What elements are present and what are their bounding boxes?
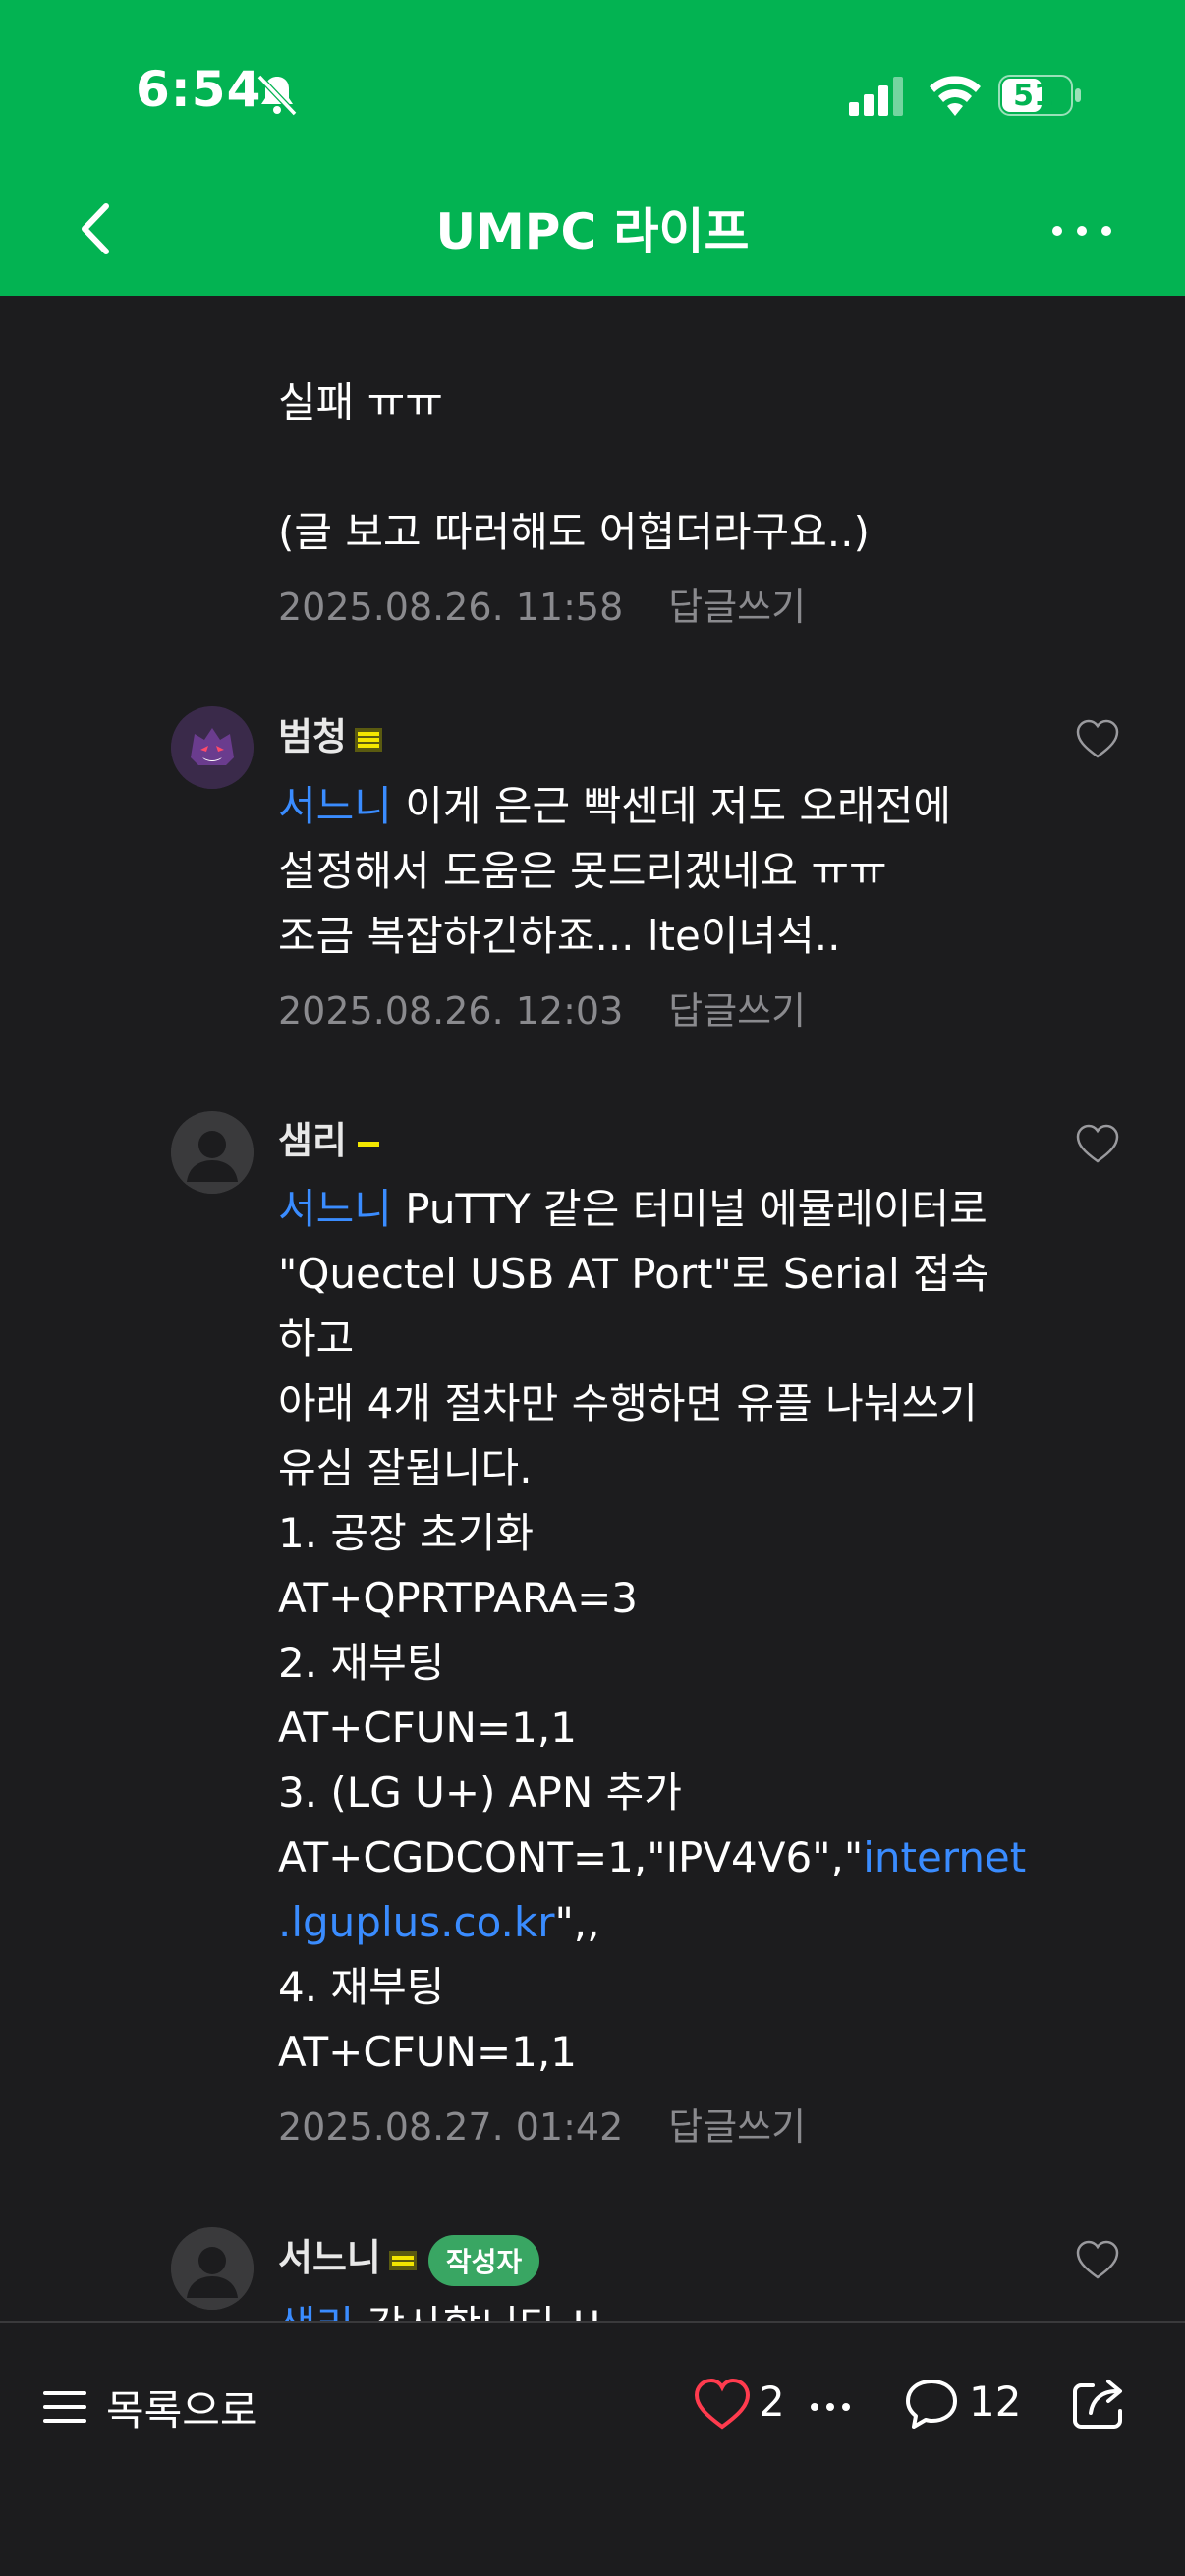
comment-text-line: 3. (LG U+) APN 추가 bbox=[278, 1768, 682, 1817]
apn-link[interactable]: internet bbox=[863, 1833, 1026, 1881]
signal-icon bbox=[849, 77, 903, 116]
comment-text: ",, bbox=[554, 1898, 600, 1946]
comment-text-line: 2. 재부팅 bbox=[278, 1639, 445, 1687]
share-icon[interactable] bbox=[1071, 2374, 1128, 2431]
comment-text-line: 하고 bbox=[278, 1315, 355, 1363]
battery-level: 51 bbox=[1013, 79, 1054, 113]
author-badge: 작성자 bbox=[427, 2234, 540, 2286]
reply-button[interactable]: 답글쓰기 bbox=[668, 989, 806, 1033]
comment-text-line: 서느니 이게 은근 빡센데 저도 오래전에 bbox=[278, 774, 951, 839]
avatar[interactable] bbox=[171, 2227, 254, 2310]
list-button[interactable]: 목록으로 bbox=[106, 2378, 258, 2437]
heart-icon[interactable] bbox=[1075, 718, 1120, 759]
more-dots-icon[interactable] bbox=[810, 2401, 851, 2413]
heart-icon[interactable] bbox=[1075, 2239, 1120, 2280]
comment-text-line: 샘리 감사합니다 !! bbox=[278, 2294, 603, 2321]
status-time: 6:54 bbox=[136, 61, 262, 118]
comment-text-line: 실패 ㅠㅠ bbox=[278, 378, 443, 426]
comment-author[interactable]: 샘리 bbox=[278, 1110, 382, 1164]
comment-meta: 2025.08.27. 01:42 답글쓰기 bbox=[278, 2097, 806, 2151]
comment-date: 2025.08.27. 01:42 bbox=[278, 2105, 624, 2149]
comment-text-line: 설정해서 도움은 못드리겠네요 ㅠㅠ bbox=[278, 847, 887, 895]
wifi-icon bbox=[930, 76, 981, 116]
more-icon[interactable] bbox=[1051, 216, 1112, 246]
bottom-toolbar: 목록으로 2 12 bbox=[0, 2321, 1185, 2576]
comment-text-line: 조금 복잡하긴하죠... lte이녀석.. bbox=[278, 912, 841, 960]
comment-text-line: "Quectel USB AT Port"로 Serial 접속 bbox=[278, 1250, 989, 1298]
comment-text: PuTTY 같은 터미널 에뮬레이터로 bbox=[391, 1185, 988, 1233]
avatar[interactable] bbox=[171, 1111, 254, 1194]
level-badge-icon bbox=[388, 2250, 417, 2270]
back-icon[interactable] bbox=[71, 195, 124, 263]
comment-icon[interactable] bbox=[904, 2378, 959, 2431]
comment-text-line: 4. 재부팅 bbox=[278, 1963, 445, 2011]
comment-date: 2025.08.26. 11:58 bbox=[278, 586, 624, 629]
comment-meta: 2025.08.26. 11:58 답글쓰기 bbox=[278, 577, 806, 631]
mention-link[interactable]: 서느니 bbox=[278, 782, 392, 830]
comment-text-line: 유심 잘됩니다. bbox=[278, 1444, 533, 1492]
level-badge-icon bbox=[357, 1141, 379, 1147]
bell-slash-icon bbox=[256, 74, 298, 117]
comment-text-line: AT+CFUN=1,1 bbox=[278, 2028, 577, 2076]
mention-link[interactable]: 샘리 bbox=[278, 2302, 354, 2321]
comment-text-line: AT+CFUN=1,1 bbox=[278, 1704, 577, 1752]
page-title: UMPC 라이프 bbox=[435, 203, 750, 260]
like-count: 2 bbox=[759, 2378, 785, 2426]
comment-text-line: 아래 4개 절차만 수행하면 유플 나눠쓰기 bbox=[278, 1379, 978, 1428]
like-heart-icon[interactable] bbox=[694, 2378, 751, 2431]
comment-text: 감사합니다 !! bbox=[354, 2302, 603, 2321]
default-avatar-icon bbox=[171, 2227, 254, 2310]
default-avatar-icon bbox=[171, 1111, 254, 1194]
avatar[interactable] bbox=[171, 706, 254, 789]
author-name: 샘리 bbox=[278, 1119, 347, 1162]
heart-icon[interactable] bbox=[1075, 1123, 1120, 1164]
author-name: 서느니 bbox=[278, 2236, 381, 2279]
reply-button[interactable]: 답글쓰기 bbox=[668, 586, 806, 629]
comment-text-line: AT+CGDCONT=1,"IPV4V6","internet bbox=[278, 1825, 1026, 1890]
comment-text-line: (글 보고 따러해도 어협더라구요..) bbox=[278, 508, 870, 556]
avatar-ghost-icon bbox=[171, 706, 254, 789]
comment-author[interactable]: 범청 bbox=[278, 706, 382, 760]
top-header: 6:54 51 UMPC 라이프 bbox=[0, 0, 1185, 296]
comment-meta: 2025.08.26. 12:03 답글쓰기 bbox=[278, 980, 806, 1035]
apn-link[interactable]: .lguplus.co.kr bbox=[278, 1898, 554, 1946]
comment-text-line: AT+QPRTPARA=3 bbox=[278, 1574, 638, 1622]
comment-text-line: 1. 공장 초기화 bbox=[278, 1509, 534, 1557]
comment-text-line: 서느니 PuTTY 같은 터미널 에뮬레이터로 bbox=[278, 1177, 988, 1242]
author-name: 범청 bbox=[278, 715, 347, 758]
comment-text: 이게 은근 빡센데 저도 오래전에 bbox=[391, 782, 951, 830]
list-icon[interactable] bbox=[43, 2387, 86, 2427]
reply-button[interactable]: 답글쓰기 bbox=[668, 2105, 806, 2149]
status-bar: 6:54 51 bbox=[0, 0, 1185, 187]
comment-count: 12 bbox=[969, 2378, 1022, 2426]
comment-text-line: .lguplus.co.kr",, bbox=[278, 1890, 600, 1955]
comment-text: AT+CGDCONT=1,"IPV4V6"," bbox=[278, 1833, 864, 1881]
mention-link[interactable]: 서느니 bbox=[278, 1185, 392, 1233]
comment-date: 2025.08.26. 12:03 bbox=[278, 989, 624, 1033]
comment-author[interactable]: 서느니 작성자 bbox=[278, 2227, 540, 2286]
comment-list: 실패 ㅠㅠ (글 보고 따러해도 어협더라구요..) 2025.08.26. 1… bbox=[0, 296, 1185, 2321]
level-badge-icon bbox=[354, 727, 382, 752]
